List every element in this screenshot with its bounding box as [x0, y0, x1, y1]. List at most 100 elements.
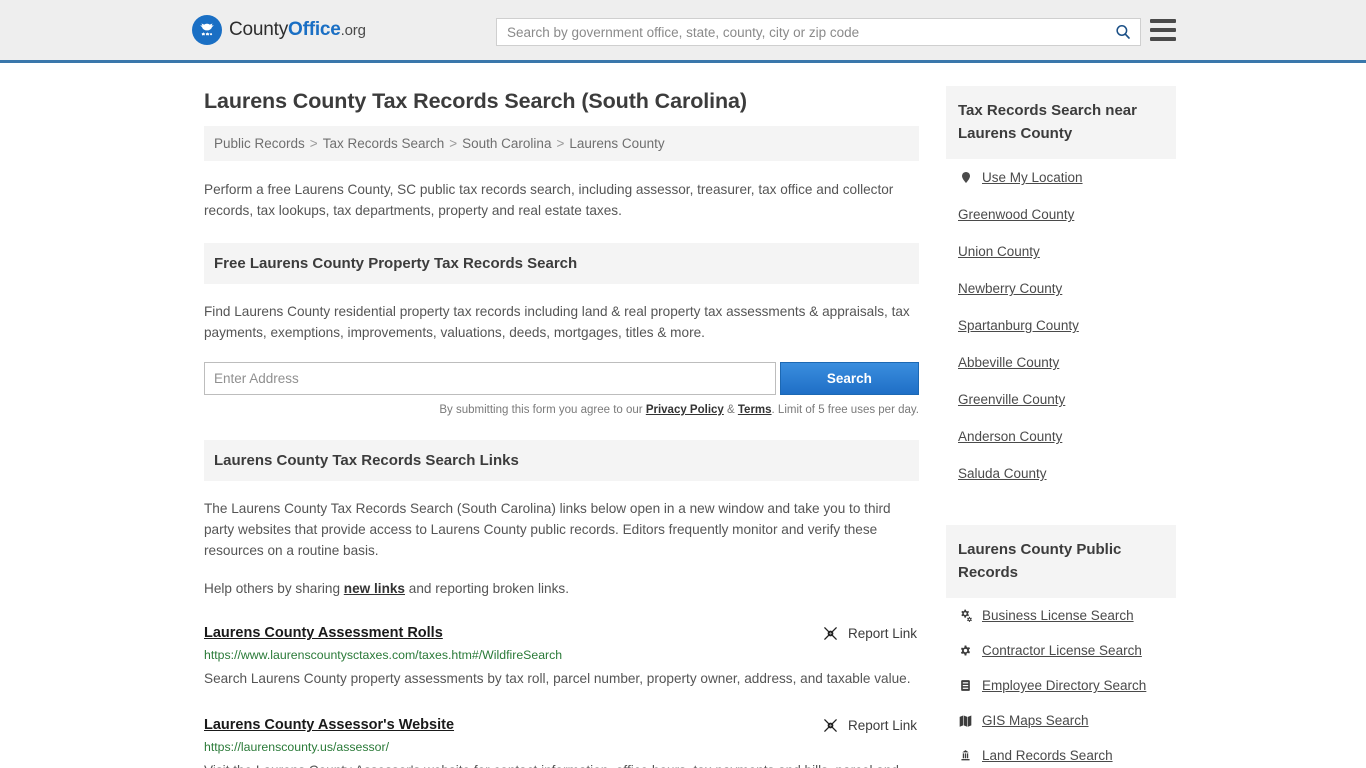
result-header: Laurens County Assessor's Website Report…: [204, 717, 919, 734]
breadcrumb-item-laurens-county[interactable]: Laurens County: [569, 136, 664, 151]
sidebar-item-business-license-search[interactable]: Business License Search: [958, 598, 1164, 633]
disclaimer-amp: &: [723, 404, 738, 416]
broken-link-icon: [824, 627, 837, 640]
hamburger-bar: [1150, 37, 1176, 41]
map-icon: [958, 713, 973, 728]
sidebar-link-label[interactable]: Union County: [958, 244, 1040, 259]
property-search-heading: Free Laurens County Property Tax Records…: [204, 243, 919, 284]
logo-text-county: County: [229, 19, 289, 40]
hamburger-bar: [1150, 19, 1176, 23]
result-title-link[interactable]: Laurens County Assessment Rolls: [204, 625, 443, 641]
privacy-policy-link[interactable]: Privacy Policy: [646, 404, 724, 416]
page-title: Laurens County Tax Records Search (South…: [204, 89, 747, 113]
sidebar-item-land-records-search[interactable]: Land Records Search: [958, 738, 1164, 768]
page-body: Laurens County Tax Records Search (South…: [0, 63, 1366, 768]
gear-icon: [958, 643, 973, 658]
breadcrumb-separator: >: [449, 136, 458, 151]
sidebar-public-records-list: Business License Search Contractor Licen…: [946, 598, 1176, 768]
breadcrumb-separator: >: [556, 136, 565, 151]
landmark-icon: [958, 748, 973, 763]
hamburger-menu-icon[interactable]: [1150, 19, 1176, 41]
sidebar-link-label[interactable]: Land Records Search: [982, 748, 1113, 763]
sidebar-link-label[interactable]: Employee Directory Search: [982, 678, 1146, 693]
sidebar-link-label[interactable]: Use My Location: [982, 170, 1083, 185]
breadcrumb-item-tax-records-search[interactable]: Tax Records Search: [323, 136, 445, 151]
sidebar-link-label[interactable]: Anderson County: [958, 429, 1062, 444]
sidebar-item-spartanburg-county[interactable]: Spartanburg County: [958, 307, 1164, 344]
share-suffix: and reporting broken links.: [405, 581, 569, 596]
sidebar-item-greenville-county[interactable]: Greenville County: [958, 381, 1164, 418]
sidebar-link-label[interactable]: Spartanburg County: [958, 318, 1079, 333]
hamburger-bar: [1150, 28, 1176, 32]
result-item: Laurens County Assessment Rolls Report L…: [204, 625, 919, 691]
sidebar-link-label[interactable]: Business License Search: [982, 608, 1134, 623]
new-links-link[interactable]: new links: [344, 581, 405, 596]
sidebar-link-label[interactable]: Greenville County: [958, 392, 1065, 407]
sidebar-link-label[interactable]: Greenwood County: [958, 207, 1074, 222]
main-content: Laurens County Tax Records Search (South…: [204, 63, 919, 768]
search-input[interactable]: [497, 19, 1106, 45]
breadcrumb-item-south-carolina[interactable]: South Carolina: [462, 136, 551, 151]
search-submit-button[interactable]: [1106, 19, 1140, 45]
report-link-button[interactable]: Report Link: [822, 717, 919, 734]
terms-link[interactable]: Terms: [738, 404, 772, 416]
links-section: Laurens County Tax Records Search Links …: [204, 440, 919, 768]
share-prefix: Help others by sharing: [204, 581, 344, 596]
report-link-label: Report Link: [847, 718, 917, 733]
result-item: Laurens County Assessor's Website Report…: [204, 717, 919, 768]
sidebar-item-employee-directory-search[interactable]: Employee Directory Search: [958, 668, 1164, 703]
sidebar-link-label[interactable]: Contractor License Search: [982, 643, 1142, 658]
intro-paragraph: Perform a free Laurens County, SC public…: [204, 182, 894, 218]
sidebar-public-records-block: Laurens County Public Records Business L…: [946, 525, 1176, 768]
logo-text-office: Office: [288, 19, 341, 40]
result-title-link[interactable]: Laurens County Assessor's Website: [204, 717, 454, 733]
logo-text-org: .org: [340, 22, 366, 39]
result-description: Visit the Laurens County Assessor's webs…: [204, 759, 919, 768]
breadcrumb: Public Records > Tax Records Search > South …: [204, 126, 919, 161]
id-card-icon: [958, 678, 973, 693]
links-section-description: The Laurens County Tax Records Search (S…: [204, 501, 891, 558]
global-search-box[interactable]: [496, 18, 1141, 46]
gears-icon: [958, 608, 973, 623]
sidebar-nearby-list: Use My Location Greenwood County Union C…: [946, 159, 1176, 492]
sidebar-nearby-heading: Tax Records Search near Laurens County: [946, 86, 1176, 159]
share-links-note: Help others by sharing new links and rep…: [204, 578, 919, 599]
disclaimer-prefix: By submitting this form you agree to our: [439, 404, 646, 416]
sidebar-item-greenwood-county[interactable]: Greenwood County: [958, 196, 1164, 233]
site-logo[interactable]: CountyOffice.org: [192, 15, 366, 45]
map-pin-icon: [958, 170, 973, 185]
sidebar-item-use-my-location[interactable]: Use My Location: [958, 159, 1164, 196]
sidebar-item-abbeville-county[interactable]: Abbeville County: [958, 344, 1164, 381]
search-icon: [1116, 25, 1130, 39]
address-search-form: Search: [204, 362, 919, 395]
result-url: https://laurenscounty.us/assessor/: [204, 740, 389, 754]
links-section-heading: Laurens County Tax Records Search Links: [204, 440, 919, 481]
report-link-label: Report Link: [847, 626, 917, 641]
sidebar-item-union-county[interactable]: Union County: [958, 233, 1164, 270]
sidebar-link-label[interactable]: Abbeville County: [958, 355, 1059, 370]
report-link-button[interactable]: Report Link: [822, 625, 919, 642]
breadcrumb-item-public-records[interactable]: Public Records: [214, 136, 305, 151]
sidebar-item-contractor-license-search[interactable]: Contractor License Search: [958, 633, 1164, 668]
result-header: Laurens County Assessment Rolls Report L…: [204, 625, 919, 642]
sidebar-item-anderson-county[interactable]: Anderson County: [958, 418, 1164, 455]
sidebar-link-label[interactable]: Newberry County: [958, 281, 1062, 296]
result-url: https://www.laurenscountysctaxes.com/tax…: [204, 648, 563, 662]
form-disclaimer: By submitting this form you agree to our…: [204, 404, 919, 416]
logo-wordmark: CountyOffice.org: [229, 19, 366, 41]
eagle-emblem-icon: [192, 15, 222, 45]
sidebar-link-label[interactable]: Saluda County: [958, 466, 1047, 481]
address-input[interactable]: [204, 362, 776, 395]
sidebar-item-newberry-county[interactable]: Newberry County: [958, 270, 1164, 307]
broken-link-icon: [824, 719, 837, 732]
breadcrumb-separator: >: [309, 136, 318, 151]
sidebar-link-label[interactable]: GIS Maps Search: [982, 713, 1089, 728]
disclaimer-suffix: . Limit of 5 free uses per day.: [771, 404, 919, 416]
sidebar-item-saluda-county[interactable]: Saluda County: [958, 455, 1164, 492]
sidebar: Tax Records Search near Laurens County U…: [946, 63, 1176, 768]
sidebar-public-records-heading: Laurens County Public Records: [946, 525, 1176, 598]
sidebar-item-gis-maps-search[interactable]: GIS Maps Search: [958, 703, 1164, 738]
site-header: CountyOffice.org: [0, 0, 1366, 63]
address-search-button[interactable]: Search: [779, 362, 919, 395]
property-search-description: Find Laurens County residential property…: [204, 304, 910, 340]
